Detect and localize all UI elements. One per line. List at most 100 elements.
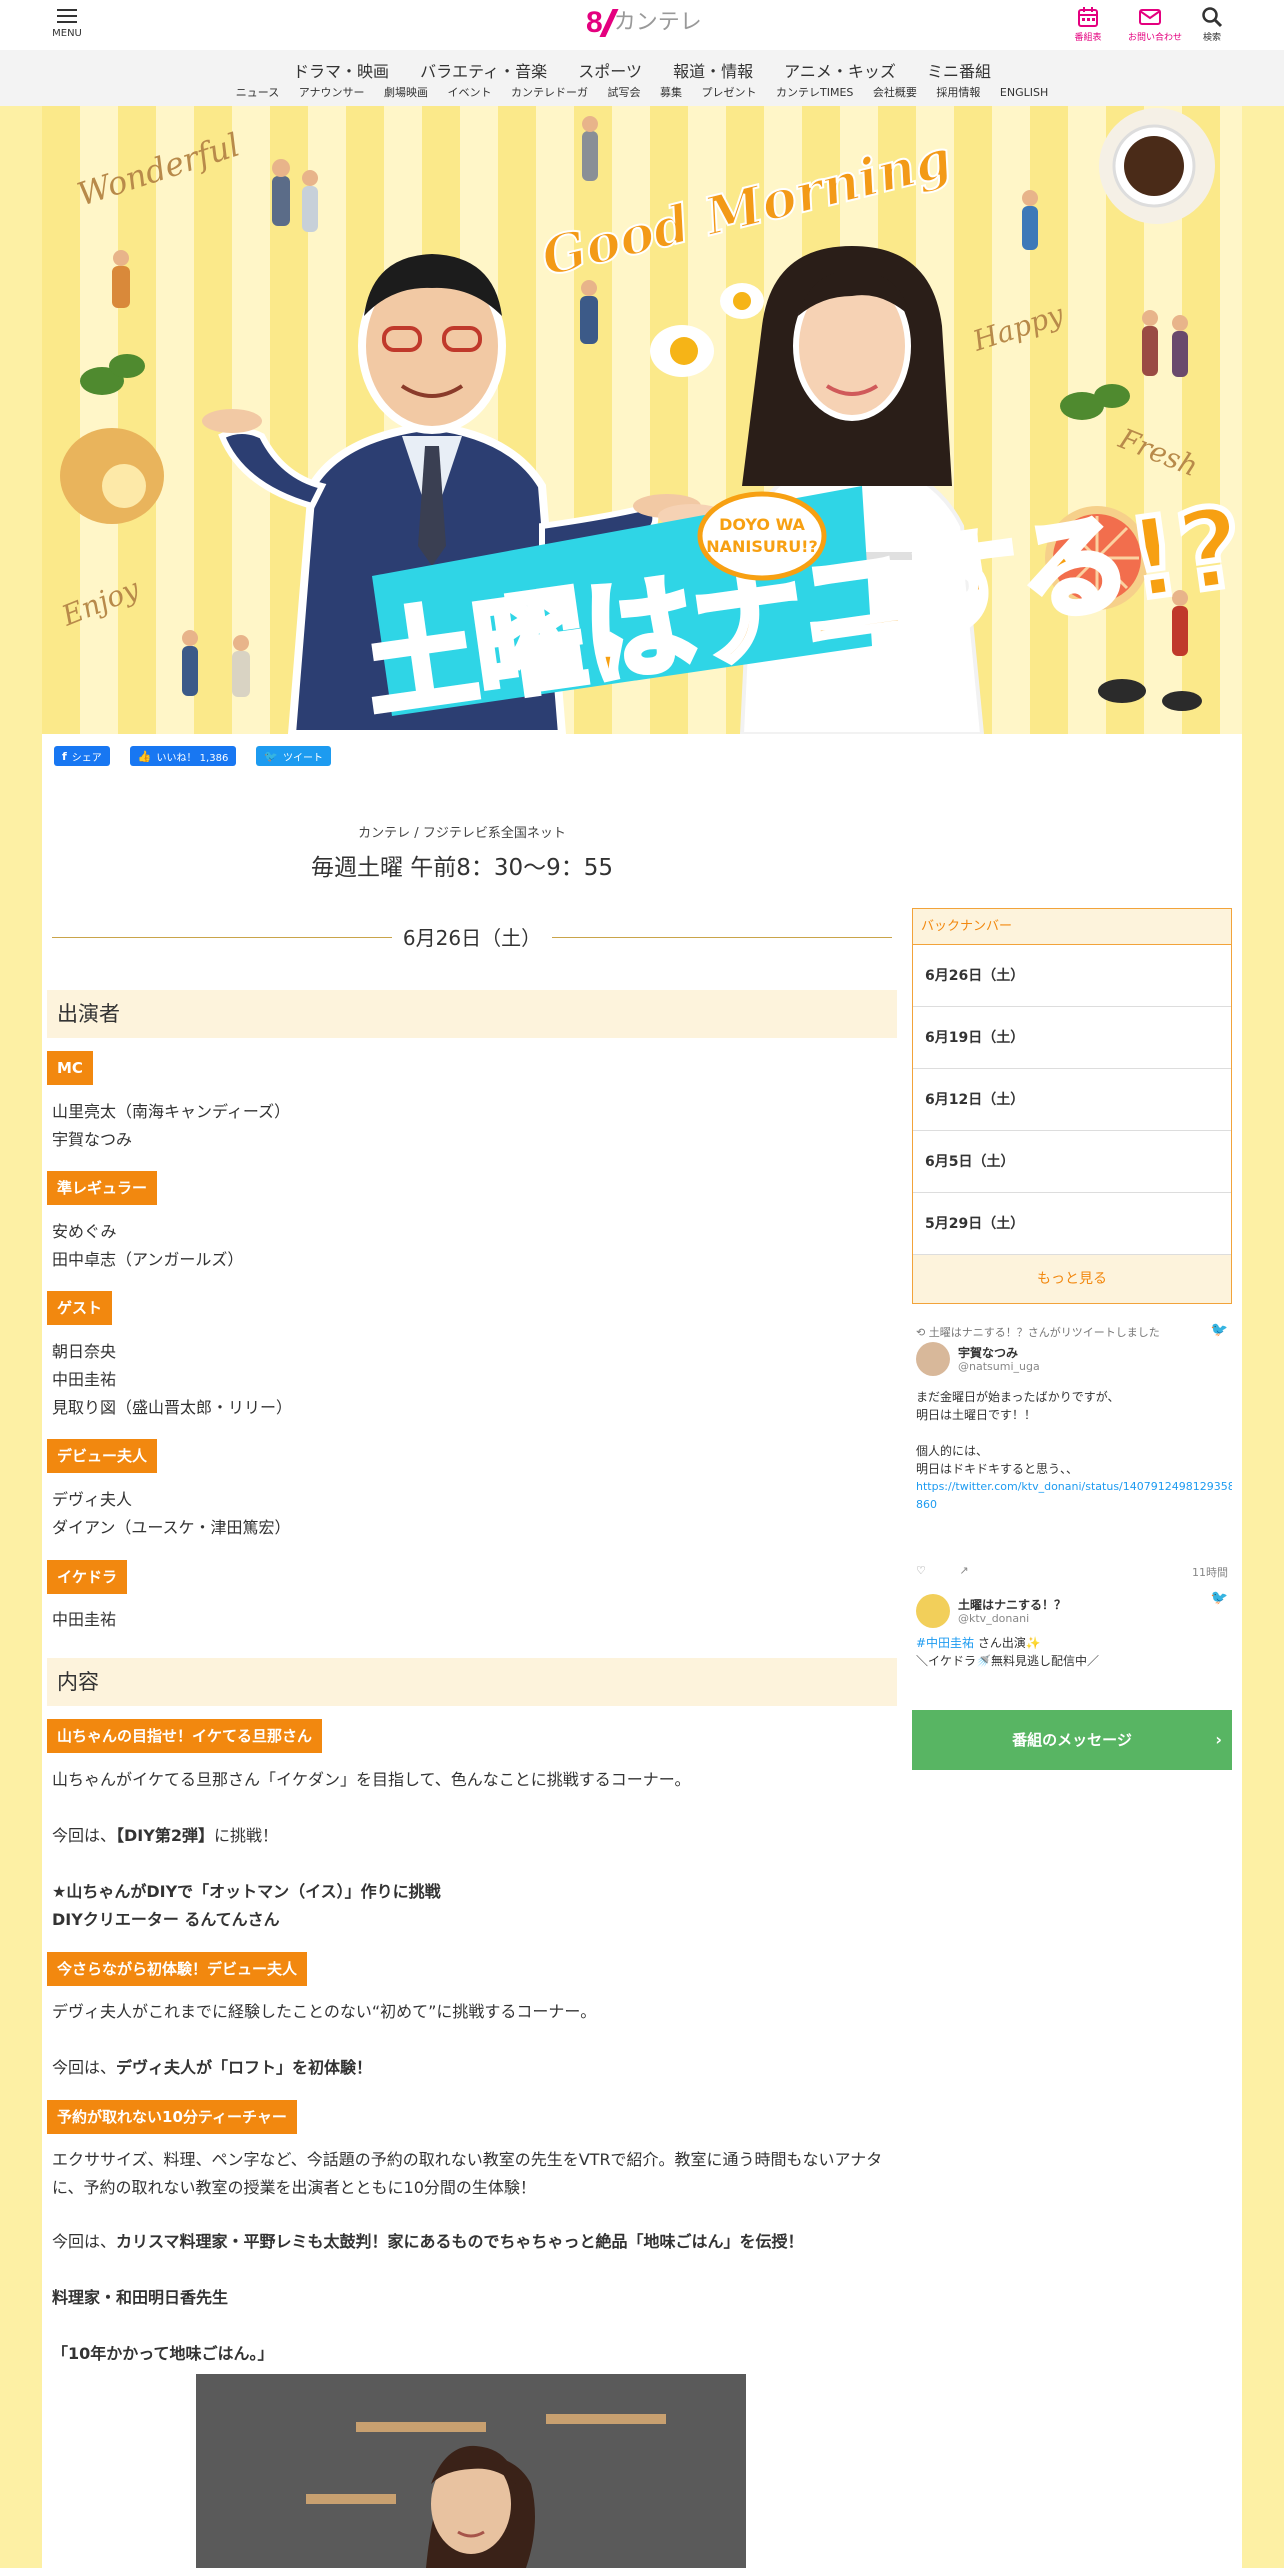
network-info: カンテレ / フジテレビ系全国ネット bbox=[358, 826, 566, 841]
more-button[interactable]: もっと見る bbox=[913, 1255, 1231, 1303]
nav-item-anime[interactable]: アニメ・キッズ bbox=[784, 58, 896, 82]
today-prefix: 今回は、 bbox=[52, 2232, 117, 2251]
subnav-item[interactable]: ENGLISH bbox=[1000, 86, 1048, 99]
subnav-item[interactable]: 劇場映画 bbox=[384, 84, 428, 100]
episode-date-heading: 6月26日（土） bbox=[52, 922, 892, 952]
tweet-text: 明日はドキドキすると思う、、 bbox=[916, 1462, 1079, 1476]
dog-illustration-icon bbox=[1098, 679, 1202, 711]
nav-main: ドラマ・映画 バラエティ・音楽 スポーツ 報道・情報 アニメ・キッズ ミニ番組 bbox=[0, 58, 1284, 82]
tweet-link[interactable]: 860 bbox=[916, 1496, 937, 1514]
nav-item-news[interactable]: 報道・情報 bbox=[673, 58, 753, 82]
menu-button[interactable]: MENU bbox=[50, 8, 84, 39]
today-bold: 【DIY第2弾】 bbox=[116, 1826, 214, 1845]
contact-button[interactable]: お問い合わせ bbox=[1128, 6, 1183, 43]
corner-today: 今回は、【DIY第2弾】に挑戦！ bbox=[52, 1822, 278, 1850]
cast-name: 中田圭祐 bbox=[52, 1370, 117, 1389]
nav-item-drama[interactable]: ドラマ・映画 bbox=[293, 58, 389, 82]
cast-tag-debut: デビュー夫人 bbox=[47, 1439, 158, 1473]
tweet-label: ツイート bbox=[283, 752, 324, 764]
search-icon bbox=[1202, 7, 1223, 28]
cast-tag-ikedora: イケドラ bbox=[47, 1560, 128, 1594]
subnav-item[interactable]: 試写会 bbox=[608, 84, 641, 100]
heart-icon[interactable]: ♡ bbox=[916, 1564, 926, 1577]
tweet-author-handle[interactable]: @natsumi_uga bbox=[958, 1360, 1040, 1373]
retweet-text: 土曜はナニする！？さんがリツイートしました bbox=[928, 1326, 1160, 1339]
cast-name: 中田圭祐 bbox=[52, 1610, 117, 1629]
subnav-item[interactable]: 募集 bbox=[660, 84, 682, 100]
tweet-link[interactable]: https://twitter.com/ktv_donani/status/14… bbox=[916, 1478, 1232, 1496]
subnav-item[interactable]: 採用情報 bbox=[936, 84, 980, 100]
backnumber-item[interactable]: 6月26日（土） bbox=[913, 945, 1231, 1007]
message-button-label: 番組のメッセージ bbox=[1012, 1731, 1132, 1749]
nav-item-sports[interactable]: スポーツ bbox=[578, 58, 642, 82]
subnav-item[interactable]: アナウンサー bbox=[299, 84, 365, 100]
cast-heading: 出演者 bbox=[47, 990, 897, 1038]
cast-name: 山里亮太（南海キャンディーズ） bbox=[52, 1102, 291, 1121]
backnumber-item[interactable]: 5月29日（土） bbox=[913, 1193, 1231, 1255]
retweet-notice: ⟲ 土曜はナニする！？さんがリツイートしました bbox=[916, 1324, 1160, 1340]
contact-label: お問い合わせ bbox=[1128, 33, 1183, 43]
kantele-logo[interactable]: 8 カンテレ bbox=[586, 6, 702, 40]
mail-icon bbox=[1139, 9, 1161, 25]
facebook-like-button[interactable]: 👍 いいね！ 1,386 bbox=[129, 746, 237, 766]
avatar[interactable] bbox=[916, 1594, 950, 1628]
corner-detail: DIYクリエーター るんてんさん bbox=[52, 1910, 280, 1929]
happy-text: Happy bbox=[968, 297, 1069, 358]
cast-name: ダイアン（ユースケ・津田篤宏） bbox=[52, 1518, 291, 1537]
subnav-item[interactable]: プレゼント bbox=[702, 84, 757, 100]
cast-name: 田中卓志（アンガールズ） bbox=[52, 1250, 244, 1269]
hero-illustration: Wonderful Happy Fresh Enjoy Good Morning bbox=[56, 108, 1242, 734]
tweet-author-name[interactable]: 土曜はナニする！？ bbox=[958, 1596, 1066, 1613]
backnumber-item[interactable]: 6月12日（土） bbox=[913, 1069, 1231, 1131]
schedule-label: 番組表 bbox=[1074, 33, 1102, 43]
global-nav: ドラマ・映画 バラエティ・音楽 スポーツ 報道・情報 アニメ・キッズ ミニ番組 … bbox=[0, 50, 1284, 106]
backnumber-item[interactable]: 6月5日（土） bbox=[913, 1131, 1231, 1193]
twitter-timeline[interactable]: ⟲ 土曜はナニする！？さんがリツイートしました 🐦 宇賀なつみ @natsumi… bbox=[912, 1320, 1232, 1680]
corner-desc: デヴィ夫人がこれまでに経験したことのない“初めて”に挑戦するコーナー。 bbox=[52, 2002, 597, 2021]
sidebar: バックナンバー 6月26日（土） 6月19日（土） 6月12日（土） 6月5日（… bbox=[912, 908, 1232, 1770]
nav-item-mini[interactable]: ミニ番組 bbox=[927, 58, 991, 82]
avatar[interactable] bbox=[916, 1342, 950, 1376]
nav-item-variety[interactable]: バラエティ・音楽 bbox=[420, 58, 547, 82]
hashtag-link[interactable]: #中田圭祐 bbox=[916, 1636, 974, 1650]
cast-name: 宇賀なつみ bbox=[52, 1130, 133, 1149]
episode-date: 6月26日（土） bbox=[402, 926, 542, 950]
search-button[interactable]: 検索 bbox=[1190, 6, 1234, 43]
tweet-text-span: さん出演✨ bbox=[974, 1636, 1041, 1650]
corner-today: 今回は、カリスマ料理家・平野レミも太鼓判！家にあるものでちゃちゃっと絶品「地味ご… bbox=[52, 2228, 804, 2256]
schedule-button[interactable]: 番組表 bbox=[1066, 6, 1110, 43]
title-badge-line2: NANISURU!? bbox=[706, 537, 818, 556]
subnav-item[interactable]: カンテレTIMES bbox=[776, 84, 853, 100]
corner-tag-debut: 今さらながら初体験！デビュー夫人 bbox=[47, 1952, 308, 1986]
today-bold: カリスマ料理家・平野レミも太鼓判！家にあるものでちゃちゃっと絶品「地味ごはん」を… bbox=[116, 2232, 804, 2251]
today-prefix: 今回は、 bbox=[52, 1826, 117, 1845]
menu-label: MENU bbox=[52, 28, 82, 39]
twitter-bird-icon: 🐦 bbox=[1210, 1322, 1228, 1338]
content-card: f シェア 👍 いいね！ 1,386 🐦 ツイート カンテレ / フジテレビ系全国ネッ… bbox=[42, 734, 1242, 2568]
title-badge-line1: DOYO WA bbox=[719, 515, 805, 534]
subnav-item[interactable]: ニュース bbox=[236, 84, 279, 100]
corner-desc: エクササイズ、料理、ペン字など、今話題の予約の取れない教室の先生をVTRで紹介。… bbox=[52, 2150, 883, 2197]
backnumber-item[interactable]: 6月19日（土） bbox=[913, 1007, 1231, 1069]
like-label: いいね！ 1,386 bbox=[156, 752, 229, 764]
subnav-item[interactable]: カンテレドーガ bbox=[511, 84, 588, 100]
tweet-author-handle[interactable]: @ktv_donani bbox=[958, 1612, 1029, 1625]
hamburger-icon bbox=[57, 8, 77, 24]
subnav-item[interactable]: 会社概要 bbox=[873, 84, 917, 100]
program-message-button[interactable]: 番組のメッセージ › bbox=[912, 1710, 1232, 1770]
tweet-time[interactable]: 11時間 bbox=[1192, 1564, 1228, 1580]
today-prefix: 今回は、 bbox=[52, 2058, 117, 2077]
enjoy-text: Enjoy bbox=[56, 572, 144, 633]
tweet-text: ＼イケドラ🚿無料見逃し配信中／ bbox=[916, 1654, 1099, 1668]
book-title: 「10年かかって地味ごはん。」 bbox=[52, 2344, 274, 2363]
share-icon[interactable]: ↗ bbox=[959, 1564, 968, 1577]
wonderful-text: Wonderful bbox=[73, 126, 245, 214]
facebook-icon: f bbox=[62, 749, 67, 763]
tweet-author-name[interactable]: 宇賀なつみ bbox=[958, 1344, 1018, 1361]
facebook-share-button[interactable]: f シェア bbox=[54, 746, 110, 766]
search-label: 検索 bbox=[1202, 33, 1221, 43]
corner-tag-teacher: 予約が取れない10分ティーチャー bbox=[47, 2100, 297, 2134]
coffee-cup-icon bbox=[1099, 108, 1215, 224]
tweet-button[interactable]: 🐦 ツイート bbox=[256, 746, 332, 766]
subnav-item[interactable]: イベント bbox=[448, 84, 492, 100]
